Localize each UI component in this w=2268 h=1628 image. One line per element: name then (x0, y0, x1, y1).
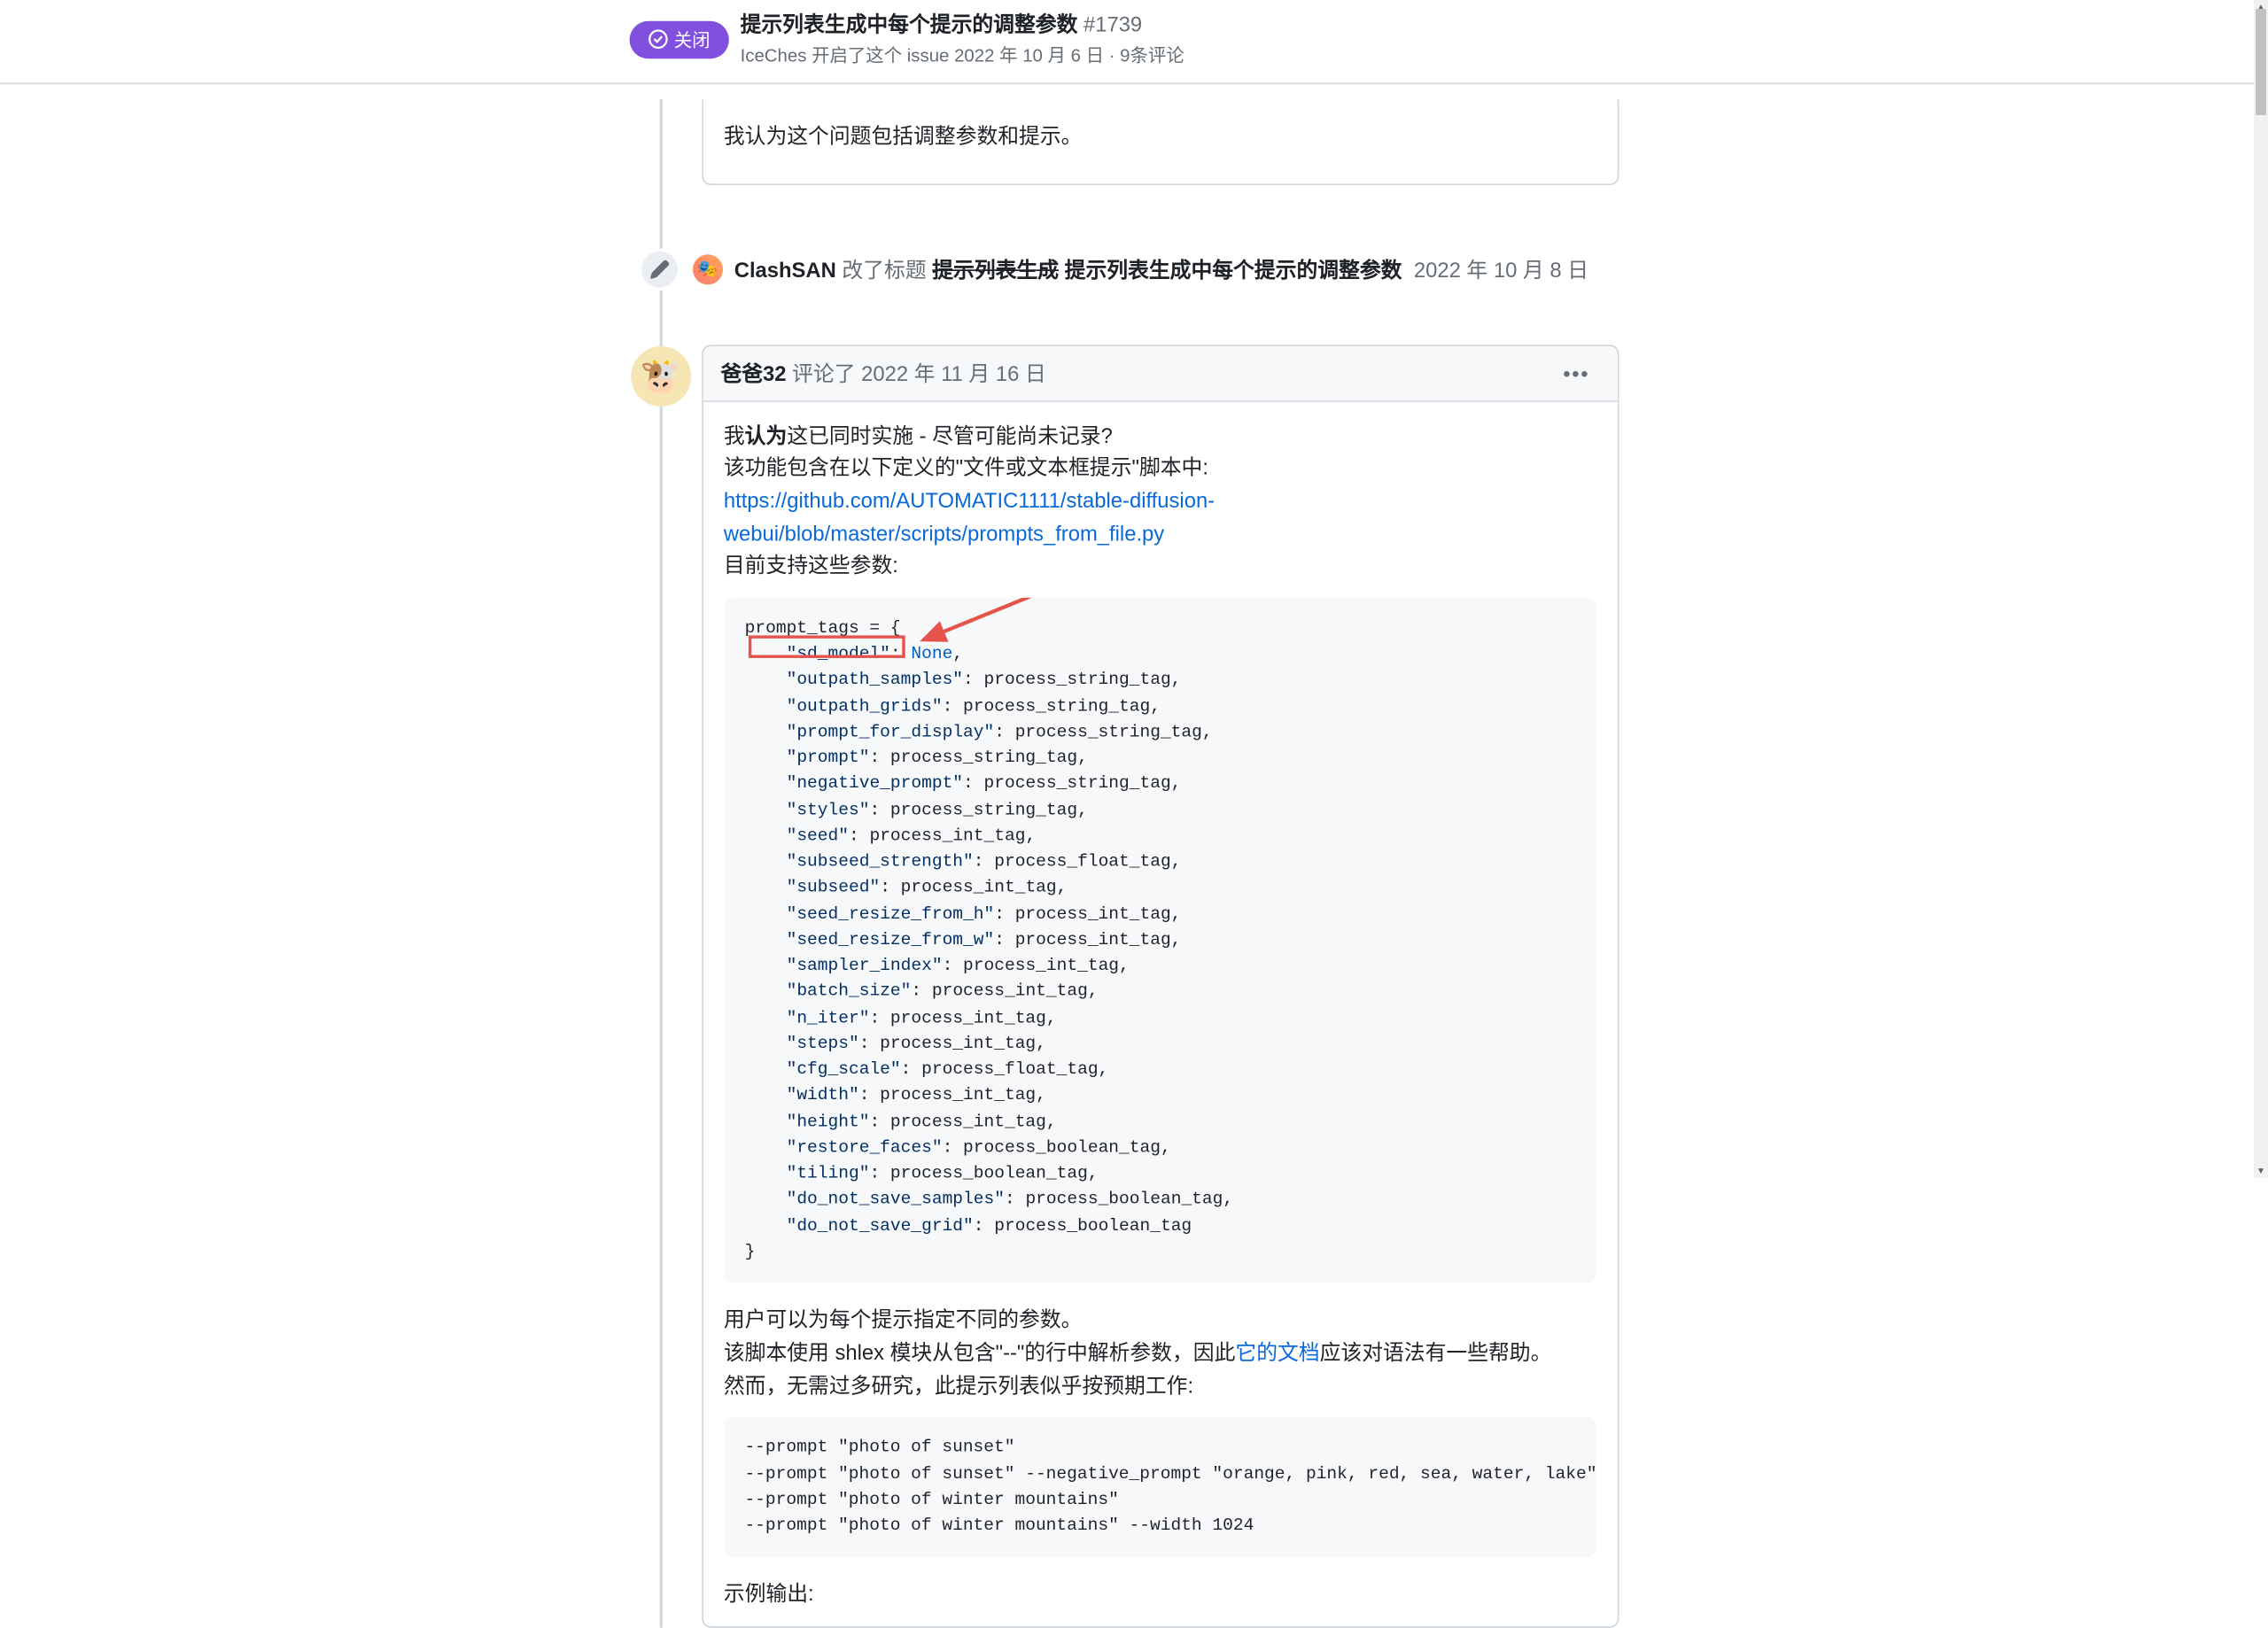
previous-comment-body: 我认为这个问题包括调整参数和提示。 (701, 98, 1618, 184)
comment-author-avatar[interactable]: 🐮 (630, 345, 690, 406)
edit-event-icon (638, 248, 680, 291)
shlex-docs-link[interactable]: 它的文档 (1235, 1340, 1319, 1364)
issue-opener-link[interactable]: IceChes (741, 44, 807, 66)
event-new-title: 提示列表生成中每个提示的调整参数 (1059, 257, 1402, 281)
comment-body: 我认为这已同时实施 - 尽管可能尚未记录? 该功能包含在以下定义的"文件或文本框… (703, 401, 1617, 1626)
event-old-title: 提示列表生成 (932, 257, 1059, 281)
code-block-prompt-tags[interactable]: prompt_tags = { "sd_model": None, "outpa… (724, 598, 1596, 1283)
scroll-down-arrow[interactable]: ▼ (2254, 1164, 2268, 1178)
event-user-link[interactable]: ClashSAN (734, 257, 836, 281)
page-scrollbar[interactable]: ▲ ▼ (2254, 0, 2268, 1178)
issue-number: #1739 (1084, 12, 1142, 36)
comment-actions-menu[interactable]: ••• (1554, 358, 1599, 388)
issue-title[interactable]: 提示列表生成中每个提示的调整参数 #1739 (741, 12, 1184, 39)
comment-header: 爸爸32 评论了 2022 年 11 月 16 日 ••• (703, 345, 1617, 401)
issue-subtitle: IceChes 开启了这个 issue 2022 年 10 月 6 日 · 9条… (741, 42, 1184, 67)
comment: 🐮 爸爸32 评论了 2022 年 11 月 16 日 ••• 我认为这已同时实… (701, 344, 1618, 1627)
issue-state-badge: 关闭 (629, 20, 728, 58)
comment-author-link[interactable]: 爸爸32 (720, 360, 786, 384)
title-change-event: 🎭 ClashSAN 改了标题 提示列表生成 提示列表生成中每个提示的调整参数 … (701, 223, 2097, 314)
event-date: 2022 年 10 月 8 日 (1414, 257, 1588, 281)
closed-check-icon (647, 29, 668, 50)
scrollbar-thumb[interactable] (2256, 9, 2266, 115)
comment-date[interactable]: 2022 年 11 月 16 日 (861, 360, 1046, 384)
script-source-link[interactable]: https://github.com/AUTOMATIC1111/stable-… (724, 488, 1215, 545)
code-block-example-prompts[interactable]: --prompt "photo of sunset" --prompt "pho… (724, 1417, 1596, 1557)
issue-state-label: 关闭 (674, 27, 711, 52)
event-user-avatar[interactable]: 🎭 (692, 253, 722, 283)
issue-sticky-header: 关闭 提示列表生成中每个提示的调整参数 #1739 IceChes 开启了这个 … (0, 0, 2267, 83)
issue-timeline: 我认为这个问题包括调整参数和提示。 🎭 ClashSAN 改了标题 提示列表生成… (169, 83, 2097, 1627)
